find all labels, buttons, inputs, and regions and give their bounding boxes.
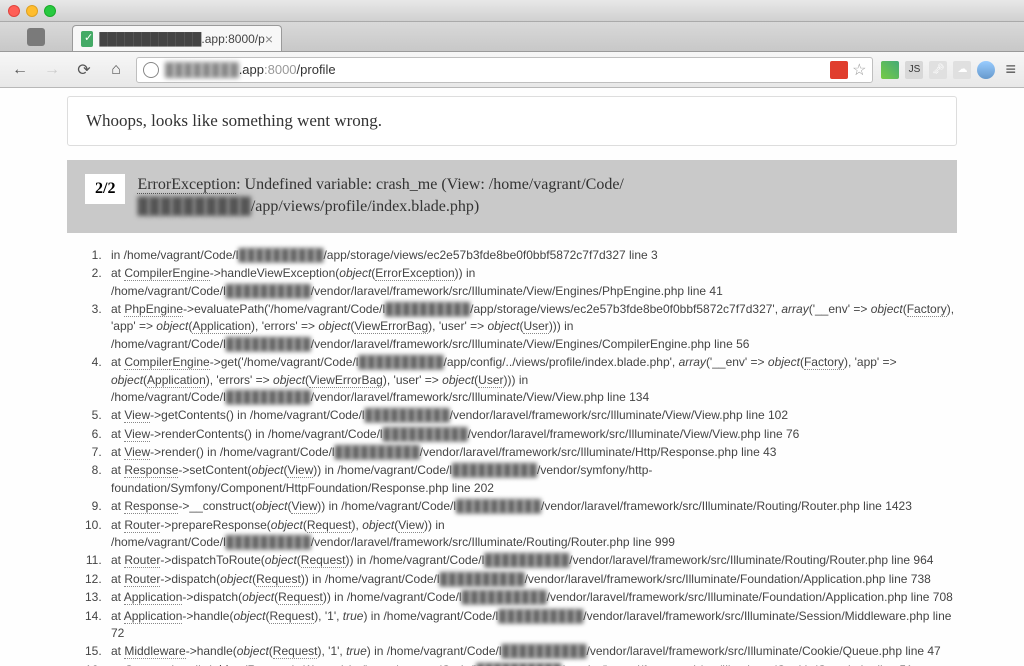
flash-icon[interactable] <box>830 61 848 79</box>
trace-frame: at Application->dispatch(object(Request)… <box>105 589 957 606</box>
trace-frame: at Middleware->handle(object(Request), '… <box>105 643 957 660</box>
trace-frame: in /home/vagrant/Code/l██████████/app/st… <box>105 247 957 264</box>
trace-frame: at View->renderContents() in /home/vagra… <box>105 426 957 443</box>
chrome-menu-icon[interactable]: ≡ <box>1005 59 1016 80</box>
trace-frame: at View->render() in /home/vagrant/Code/… <box>105 444 957 461</box>
trace-frame: at Application->handle(object(Request), … <box>105 608 957 643</box>
trace-frame: at CompilerEngine->handleViewException(o… <box>105 265 957 300</box>
bookmark-star-icon[interactable]: ☆ <box>852 60 866 80</box>
page-viewport[interactable]: Whoops, looks like something went wrong.… <box>0 88 1024 666</box>
exception-count-badge: 2/2 <box>85 174 125 204</box>
home-button[interactable]: ⌂ <box>104 58 128 82</box>
trace-frame: at Response->__construct(object(View)) i… <box>105 498 957 515</box>
zoom-window-button[interactable] <box>44 5 56 17</box>
trace-frame: at Router->prepareResponse(object(Reques… <box>105 517 957 552</box>
browser-toolbar: ← → ⟳ ⌂ ████████.app:8000/profile ☆ JS 🗝… <box>0 52 1024 88</box>
macos-titlebar <box>0 0 1024 22</box>
close-window-button[interactable] <box>8 5 20 17</box>
trace-frame: at CompilerEngine->get('/home/vagrant/Co… <box>105 354 957 406</box>
browser-tab[interactable]: ████████████.app:8000/p × <box>72 25 282 51</box>
minimize-window-button[interactable] <box>26 5 38 17</box>
tab-title: ████████████.app:8000/p <box>99 32 264 46</box>
tab-close-icon[interactable]: × <box>265 31 273 47</box>
reload-button[interactable]: ⟳ <box>72 58 96 82</box>
exception-panel: 2/2 ErrorException: Undefined variable: … <box>67 160 957 233</box>
url-host: ████████ <box>165 62 239 77</box>
trace-frame: at Router->dispatch(object(Request)) in … <box>105 571 957 588</box>
extension-cloud-icon[interactable]: ☁ <box>953 61 971 79</box>
trace-frame: at Queue->handle(object(Request), '1', t… <box>105 662 957 666</box>
stack-trace: in /home/vagrant/Code/l██████████/app/st… <box>67 247 957 666</box>
apps-icon[interactable] <box>27 28 45 46</box>
exception-message: ErrorException: Undefined variable: cras… <box>137 174 939 219</box>
trace-frame: at PhpEngine->evaluatePath('/home/vagran… <box>105 301 957 353</box>
extension-js-icon[interactable]: JS <box>905 61 923 79</box>
trace-frame: at View->getContents() in /home/vagrant/… <box>105 407 957 424</box>
browser-tabstrip: ████████████.app:8000/p × <box>0 22 1024 52</box>
favicon-icon <box>81 31 93 47</box>
whoops-header: Whoops, looks like something went wrong. <box>67 96 957 146</box>
back-button[interactable]: ← <box>8 58 32 82</box>
globe-icon <box>143 62 159 78</box>
trace-frame: at Router->dispatchToRoute(object(Reques… <box>105 552 957 569</box>
forward-button[interactable]: → <box>40 58 64 82</box>
extension-icon[interactable] <box>881 61 899 79</box>
extension-key-icon[interactable]: 🗝 <box>929 61 947 79</box>
trace-frame: at Response->setContent(object(View)) in… <box>105 462 957 497</box>
address-bar[interactable]: ████████.app:8000/profile ☆ <box>136 57 873 83</box>
extension-globe-icon[interactable] <box>977 61 995 79</box>
